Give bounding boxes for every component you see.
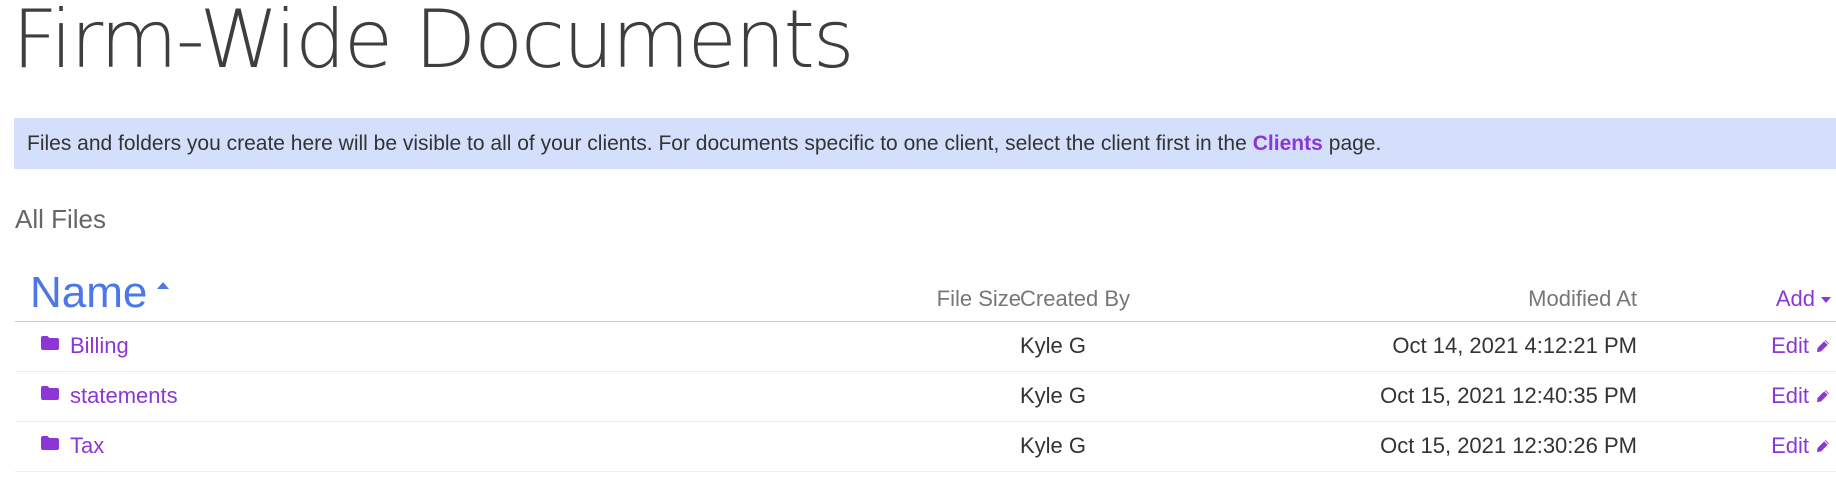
files-table: Name File Size Created By Modified At Ad… — [15, 268, 1836, 472]
folder-name-link[interactable]: Billing — [70, 333, 129, 359]
created-by-column-header: Created By — [1020, 286, 1131, 311]
page-title: Firm-Wide Documents — [12, 0, 855, 86]
folder-name-link[interactable]: Tax — [70, 433, 104, 459]
edit-label: Edit — [1771, 383, 1809, 408]
edit-label: Edit — [1771, 433, 1809, 458]
caret-down-icon — [1821, 297, 1831, 304]
add-label: Add — [1775, 286, 1815, 311]
edit-button[interactable]: Edit — [1771, 333, 1830, 359]
info-banner: Files and folders you create here will b… — [14, 118, 1836, 169]
file-size-column-header: File Size — [936, 286, 1021, 311]
modified-at-cell: Oct 14, 2021 4:12:21 PM — [1392, 333, 1637, 358]
folder-name-link[interactable]: statements — [70, 383, 178, 409]
banner-text-end: page. — [1328, 131, 1382, 155]
sort-ascending-icon — [157, 282, 170, 289]
folder-icon — [41, 336, 59, 350]
pencil-icon — [1817, 440, 1829, 452]
edit-button[interactable]: Edit — [1771, 383, 1830, 409]
documents-page: Firm-Wide Documents Files and folders yo… — [0, 0, 1836, 477]
pencil-icon — [1817, 390, 1829, 402]
add-dropdown-button[interactable]: Add — [1776, 286, 1831, 312]
created-by-cell: Kyle G — [1020, 383, 1087, 408]
folder-icon — [41, 436, 59, 450]
edit-button[interactable]: Edit — [1771, 433, 1830, 459]
table-row: Tax Kyle G Oct 15, 2021 12:30:26 PM Edit — [15, 422, 1836, 472]
name-column-header[interactable]: Name — [30, 268, 170, 318]
modified-at-column-header: Modified At — [1528, 286, 1637, 311]
name-column-label: Name — [30, 268, 148, 317]
folder-icon — [41, 386, 59, 400]
table-header: Name File Size Created By Modified At Ad… — [15, 268, 1836, 322]
pencil-icon — [1817, 340, 1829, 352]
table-row: Billing Kyle G Oct 14, 2021 4:12:21 PM E… — [15, 322, 1836, 372]
section-title: All Files — [15, 204, 107, 234]
banner-text: Files and folders you create here will b… — [27, 131, 1247, 155]
edit-label: Edit — [1771, 333, 1809, 358]
table-body: Billing Kyle G Oct 14, 2021 4:12:21 PM E… — [15, 322, 1836, 472]
clients-link[interactable]: Clients — [1253, 132, 1323, 156]
modified-at-cell: Oct 15, 2021 12:40:35 PM — [1380, 383, 1637, 408]
modified-at-cell: Oct 15, 2021 12:30:26 PM — [1380, 433, 1637, 458]
created-by-cell: Kyle G — [1020, 333, 1087, 358]
table-row: statements Kyle G Oct 15, 2021 12:40:35 … — [15, 372, 1836, 422]
created-by-cell: Kyle G — [1020, 433, 1087, 458]
